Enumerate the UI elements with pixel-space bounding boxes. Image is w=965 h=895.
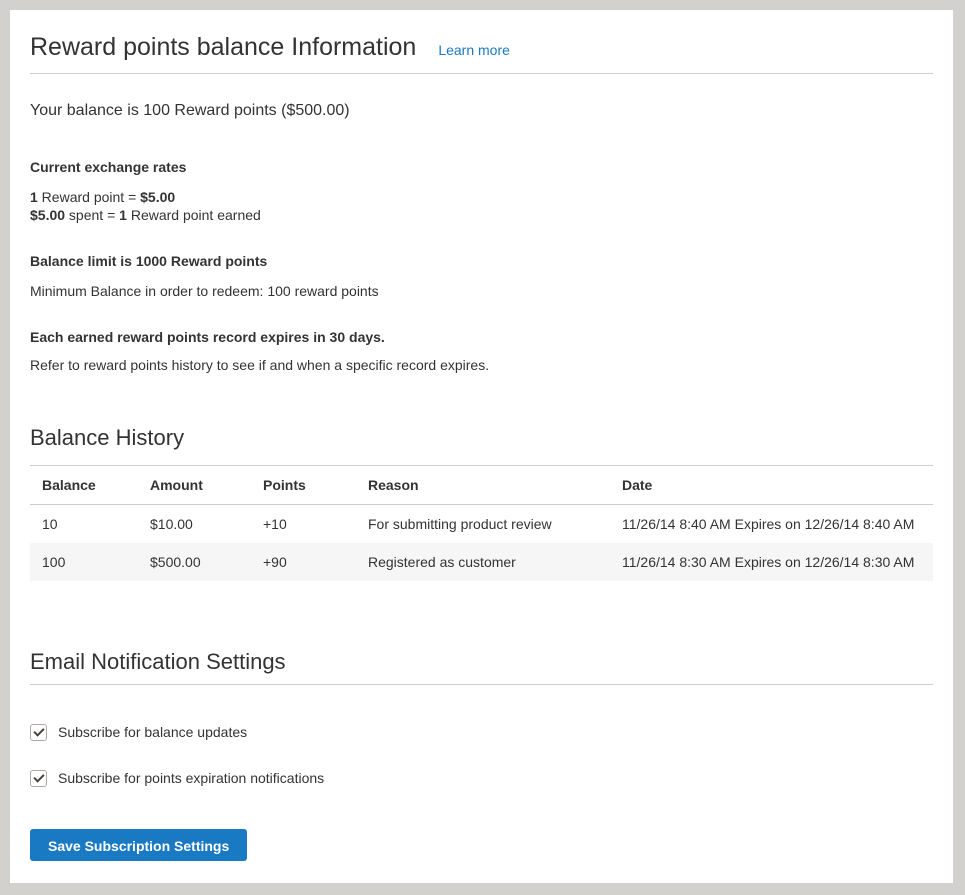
checkbox-row-expiration-notifications[interactable]: Subscribe for points expiration notifica…	[30, 768, 933, 788]
reward-points-card: Reward points balance Information Learn …	[10, 10, 953, 883]
email-settings-heading: Email Notification Settings	[30, 648, 933, 676]
expiration-hint: Refer to reward points history to see if…	[30, 356, 933, 374]
table-row: 10 $10.00 +10 For submitting product rev…	[30, 505, 933, 544]
expiration-notifications-label: Subscribe for points expiration notifica…	[58, 768, 324, 788]
cell-date: 11/26/14 8:30 AM Expires on 12/26/14 8:3…	[610, 543, 933, 581]
rate2-amount: $5.00	[30, 207, 65, 223]
cell-reason: Registered as customer	[356, 543, 610, 581]
exchange-rate-line-2: $5.00 spent = 1 Reward point earned	[30, 206, 933, 224]
header-divider	[30, 73, 933, 74]
minimum-balance-text: Minimum Balance in order to redeem: 100 …	[30, 282, 933, 300]
rate2-points: 1	[119, 207, 127, 223]
balance-history-table: Balance Amount Points Reason Date 10 $10…	[30, 465, 933, 581]
table-header-row: Balance Amount Points Reason Date	[30, 466, 933, 505]
exchange-rates-heading: Current exchange rates	[30, 158, 933, 176]
balance-limit-text: Balance limit is 1000 Reward points	[30, 252, 933, 270]
cell-date: 11/26/14 8:40 AM Expires on 12/26/14 8:4…	[610, 505, 933, 544]
cell-balance: 100	[30, 543, 138, 581]
column-header-points: Points	[251, 466, 356, 505]
cell-reason: For submitting product review	[356, 505, 610, 544]
exchange-rate-line-1: 1 Reward point = $5.00	[30, 188, 933, 206]
cell-points: +90	[251, 543, 356, 581]
cell-balance: 10	[30, 505, 138, 544]
column-header-reason: Reason	[356, 466, 610, 505]
balance-updates-checkbox[interactable]	[30, 724, 47, 741]
page-header: Reward points balance Information Learn …	[30, 10, 933, 63]
column-header-balance: Balance	[30, 466, 138, 505]
expiration-notifications-checkbox[interactable]	[30, 770, 47, 787]
cell-amount: $10.00	[138, 505, 251, 544]
email-settings-divider	[30, 684, 933, 685]
column-header-amount: Amount	[138, 466, 251, 505]
save-subscription-button[interactable]: Save Subscription Settings	[30, 829, 247, 861]
exchange-rates-block: 1 Reward point = $5.00 $5.00 spent = 1 R…	[30, 188, 933, 224]
balance-summary: Your balance is 100 Reward points ($500.…	[30, 100, 933, 122]
table-row: 100 $500.00 +90 Registered as customer 1…	[30, 543, 933, 581]
learn-more-link[interactable]: Learn more	[438, 42, 510, 58]
expiration-notice: Each earned reward points record expires…	[30, 328, 933, 346]
rate1-points: 1	[30, 189, 38, 205]
rate1-middle: Reward point =	[38, 189, 140, 205]
rate1-amount: $5.00	[140, 189, 175, 205]
checkbox-row-balance-updates[interactable]: Subscribe for balance updates	[30, 722, 933, 742]
cell-points: +10	[251, 505, 356, 544]
rate2-tail: Reward point earned	[127, 207, 261, 223]
column-header-date: Date	[610, 466, 933, 505]
page-title: Reward points balance Information	[30, 31, 416, 63]
balance-updates-label: Subscribe for balance updates	[58, 722, 247, 742]
rate2-middle: spent =	[65, 207, 119, 223]
balance-history-heading: Balance History	[30, 424, 933, 452]
cell-amount: $500.00	[138, 543, 251, 581]
